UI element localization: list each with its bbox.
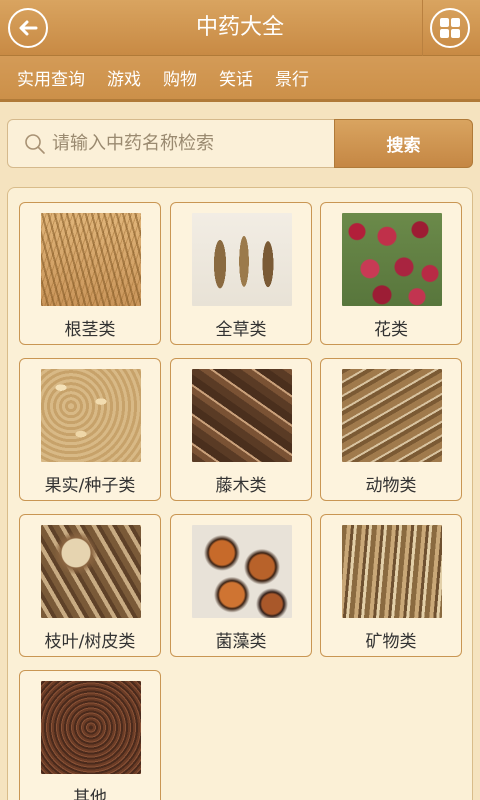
nav-item-games[interactable]: 游戏	[107, 65, 141, 90]
category-card-animals[interactable]: 动物类	[320, 358, 462, 501]
category-image	[192, 213, 292, 306]
grid-menu-icon	[440, 18, 460, 38]
category-card-fungi-algae[interactable]: 菌藻类	[170, 514, 312, 657]
search-icon	[25, 133, 45, 154]
app-header: 中药大全	[0, 0, 480, 56]
category-image	[41, 525, 141, 618]
category-label: 果实/种子类	[44, 476, 136, 496]
category-image	[41, 681, 141, 774]
category-card-flowers[interactable]: 花类	[320, 202, 462, 345]
category-panel: 根茎类 全草类 花类 果实/种子类 藤木类 动物类 枝叶/树皮类 菌藻类 矿物类…	[7, 187, 473, 800]
page-title: 中药大全	[195, 15, 284, 40]
category-image	[192, 369, 292, 462]
category-label: 矿物类	[365, 632, 417, 652]
category-label: 动物类	[365, 476, 417, 496]
top-nav: 实用查询 游戏 购物 笑话 景行	[0, 56, 480, 102]
category-label: 菌藻类	[215, 632, 267, 652]
category-card-others[interactable]: 其他	[19, 670, 161, 800]
category-label: 枝叶/树皮类	[44, 632, 136, 652]
category-image	[41, 213, 141, 306]
category-card-vines-woods[interactable]: 藤木类	[170, 358, 312, 501]
category-image	[41, 369, 141, 462]
nav-item-shopping[interactable]: 购物	[163, 65, 197, 90]
category-label: 藤木类	[215, 476, 267, 496]
nav-item-query[interactable]: 实用查询	[17, 65, 85, 90]
category-label: 其他	[73, 788, 107, 800]
search-button[interactable]: 搜索	[334, 119, 473, 168]
header-divider	[422, 0, 423, 56]
category-label: 花类	[374, 320, 408, 340]
category-card-whole-herb[interactable]: 全草类	[170, 202, 312, 345]
search-input[interactable]	[52, 133, 332, 154]
category-image	[342, 213, 442, 306]
category-label: 全草类	[215, 320, 267, 340]
category-image	[192, 525, 292, 618]
category-label: 根茎类	[64, 320, 116, 340]
nav-item-jokes[interactable]: 笑话	[219, 65, 253, 90]
category-card-leaves-bark[interactable]: 枝叶/树皮类	[19, 514, 161, 657]
nav-item-jingxing[interactable]: 景行	[275, 65, 309, 90]
grid-menu-button[interactable]	[430, 8, 470, 48]
category-card-roots[interactable]: 根茎类	[19, 202, 161, 345]
category-image	[342, 369, 442, 462]
search-box	[7, 119, 337, 168]
category-card-fruits-seeds[interactable]: 果实/种子类	[19, 358, 161, 501]
category-card-minerals[interactable]: 矿物类	[320, 514, 462, 657]
category-image	[342, 525, 442, 618]
